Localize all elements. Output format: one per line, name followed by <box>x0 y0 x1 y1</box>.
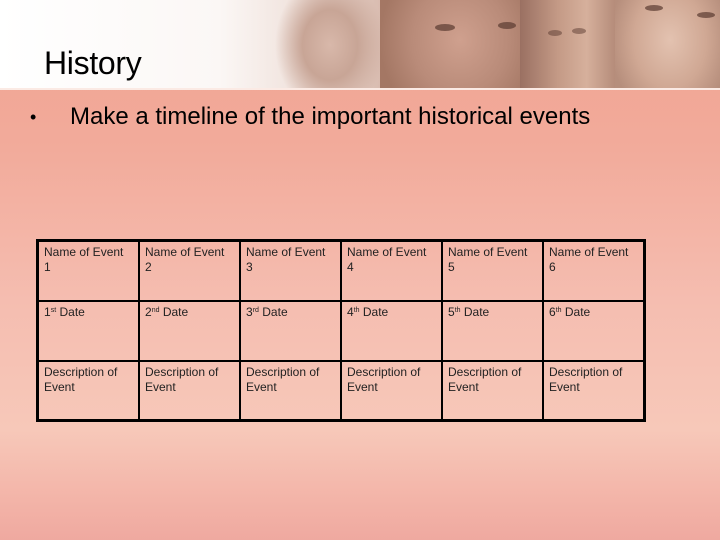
event-date-cell[interactable]: 1st Date <box>36 299 140 362</box>
event-name-cell[interactable]: Name of Event 1 <box>36 239 140 302</box>
event-date-cell[interactable]: 6th Date <box>542 299 646 362</box>
event-date-cell[interactable]: 2nd Date <box>138 299 241 362</box>
event-date-cell[interactable]: 3rd Date <box>239 299 342 362</box>
date-label: Date <box>463 304 490 319</box>
timeline-table: Name of Event 1 Name of Event 2 Name of … <box>36 239 646 422</box>
event-name-cell[interactable]: Name of Event 3 <box>239 239 342 302</box>
date-number: 3 <box>246 304 253 319</box>
bullet-icon: • <box>30 106 37 127</box>
table-row-names: Name of Event 1 Name of Event 2 Name of … <box>36 239 646 302</box>
date-number: 2 <box>145 304 152 319</box>
date-label: Date <box>362 304 389 319</box>
date-number: 1 <box>44 304 51 319</box>
date-label: Date <box>564 304 591 319</box>
date-suffix: st <box>50 306 57 314</box>
photo-man <box>615 0 720 88</box>
table-row-descriptions: Description of Event Description of Even… <box>36 359 646 422</box>
event-name-cell[interactable]: Name of Event 4 <box>340 239 443 302</box>
date-label: Date <box>59 304 85 319</box>
event-name-cell[interactable]: Name of Event 6 <box>542 239 646 302</box>
event-description-cell[interactable]: Description of Event <box>340 359 443 422</box>
bullet-item: • Make a timeline of the important histo… <box>30 103 590 131</box>
date-suffix: rd <box>252 306 259 314</box>
slide-title: History <box>44 45 142 81</box>
date-number: 4 <box>347 304 354 319</box>
photo-woman-glasses <box>520 0 615 88</box>
header-banner: History <box>0 0 720 88</box>
event-date-cell[interactable]: 4th Date <box>340 299 443 362</box>
event-description-cell[interactable]: Description of Event <box>239 359 342 422</box>
date-suffix: th <box>555 306 562 314</box>
photo-woman-2 <box>380 0 530 88</box>
event-description-cell[interactable]: Description of Event <box>441 359 544 422</box>
bullet-text: Make a timeline of the important histori… <box>70 103 591 130</box>
event-description-cell[interactable]: Description of Event <box>36 359 140 422</box>
date-suffix: th <box>353 306 360 314</box>
date-number: 6 <box>549 304 556 319</box>
header-divider <box>0 88 720 90</box>
event-description-cell[interactable]: Description of Event <box>138 359 241 422</box>
event-name-cell[interactable]: Name of Event 2 <box>138 239 241 302</box>
date-label: Date <box>262 304 288 319</box>
date-suffix: th <box>454 306 461 314</box>
date-suffix: nd <box>151 306 160 314</box>
table-row-dates: 1st Date 2nd Date 3rd Date 4th Date 5th … <box>36 299 646 362</box>
event-name-cell[interactable]: Name of Event 5 <box>441 239 544 302</box>
date-number: 5 <box>448 304 455 319</box>
event-description-cell[interactable]: Description of Event <box>542 359 646 422</box>
date-label: Date <box>162 304 189 319</box>
event-date-cell[interactable]: 5th Date <box>441 299 544 362</box>
